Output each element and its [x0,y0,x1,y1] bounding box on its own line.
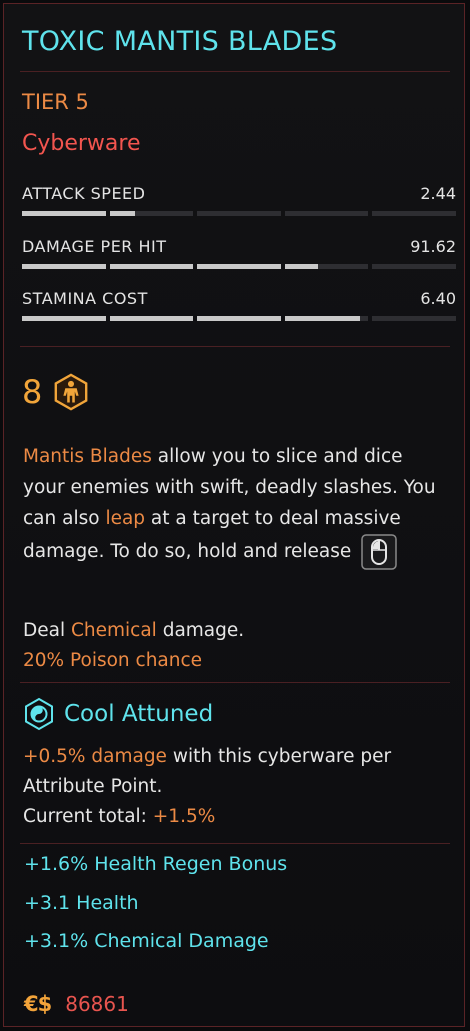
deal-prefix: Deal [23,620,71,641]
price-value: 86861 [65,992,129,1016]
stat-bar-segment [109,211,194,216]
stat-value: 91.62 [410,237,456,256]
poison-chance: 20% Poison chance [23,650,203,671]
stat-bar-segment [284,211,369,216]
attunement-header: Cool Attuned [22,697,213,731]
stat-bar-segment [197,211,281,216]
stat-bar-fill [197,264,281,269]
stat-attack-speed: ATTACK SPEED 2.44 [22,184,456,218]
stat-bar-segment [109,316,194,321]
mouse-button-icon [361,534,397,570]
stat-label: STAMINA COST [22,289,148,308]
stat-label: ATTACK SPEED [22,184,146,203]
attunement-bonus-value: +0.5% damage [23,746,167,767]
item-title: TOXIC MANTIS BLADES [22,26,338,57]
stat-bar-segment [372,211,456,216]
item-tier: TIER 5 [22,90,89,114]
divider [20,682,450,683]
item-category: Cyberware [22,131,141,156]
attunement-line2: Attribute Point. [23,776,163,797]
deal-suffix: damage. [156,620,245,641]
bonus-chemical-damage: +3.1% Chemical Damage [24,930,269,952]
stat-bar-segment [372,316,456,321]
bonus-health-regen: +1.6% Health Regen Bonus [24,853,288,875]
damage-type: Chemical [70,620,157,641]
stat-bar-segment [22,316,106,321]
stat-bar-segment [197,316,281,321]
stat-damage-per-hit: DAMAGE PER HIT 91.62 [22,237,456,271]
desc-highlight-mantis-blades: Mantis Blades [23,446,152,467]
stat-bar-fill [284,316,361,321]
stat-bar-segment [109,264,194,269]
eurodollar-icon: €$ [24,992,52,1016]
capacity-cost: 8 [22,369,90,415]
stat-stamina-cost: STAMINA COST 6.40 [22,289,456,323]
attunement-total-value: +1.5% [152,806,216,827]
item-price: €$ 86861 [24,992,129,1016]
stat-value: 2.44 [420,184,456,203]
item-description: Mantis Blades allow you to slice and dic… [23,441,443,570]
stat-bar-segment [22,211,106,216]
stat-bar-fill [109,316,194,321]
desc-highlight-leap: leap [105,508,146,529]
body-silhouette-hex-icon [54,373,88,411]
stat-bar-fill [22,316,106,321]
damage-type-line: Deal Chemical damage. [23,616,244,646]
attunement-description: +0.5% damage with this cyberware per Att… [23,742,391,832]
attunement-total-label: Current total: [23,806,147,827]
stat-bar-segment [197,264,281,269]
divider [20,71,450,72]
stat-bar-fill [197,316,281,321]
stat-bar-segment [284,316,369,321]
attunement-bonus-text: with this cyberware per [166,746,392,767]
stat-bar-fill [109,264,194,269]
stat-bar-fill [284,264,319,269]
stat-value: 6.40 [420,289,456,308]
stat-bar [22,211,456,216]
stat-bar [22,264,456,269]
attunement-label: Cool Attuned [64,701,214,727]
stat-bar-segment [372,264,456,269]
stat-label: DAMAGE PER HIT [22,237,167,256]
item-tooltip-panel: TOXIC MANTIS BLADES TIER 5 Cyberware ATT… [3,3,465,1027]
divider [20,843,450,844]
divider [20,346,450,347]
stat-bar-segment [22,264,106,269]
stat-bar [22,316,456,321]
stat-bar-fill [22,264,106,269]
stat-bar-fill [22,211,106,216]
capacity-cost-value: 8 [22,373,43,411]
cool-attribute-icon [25,697,53,731]
stat-bar-segment [284,264,369,269]
bonus-health: +3.1 Health [24,892,139,914]
stat-bar-fill [109,211,135,216]
